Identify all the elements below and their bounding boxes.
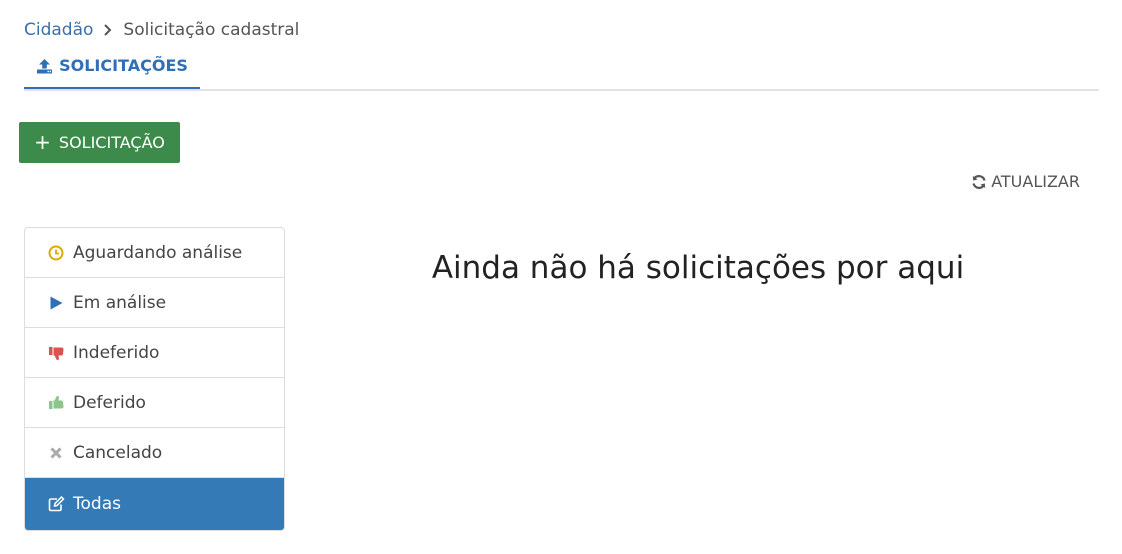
filter-item-em-analise[interactable]: Em análise	[25, 278, 284, 328]
edit-icon	[47, 495, 65, 513]
filter-label: Todas	[73, 494, 121, 514]
filter-item-cancelado[interactable]: Cancelado	[25, 428, 284, 478]
tab-bar: SOLICITAÇÕES	[24, 44, 1099, 91]
filter-label: Aguardando análise	[73, 242, 243, 263]
clock-icon	[47, 244, 65, 262]
times-icon	[47, 444, 65, 462]
new-request-button[interactable]: + SOLICITAÇÃO	[19, 122, 180, 163]
breadcrumb-link-cidadao[interactable]: Cidadão	[24, 20, 93, 40]
breadcrumb: Cidadão Solicitação cadastral	[24, 20, 299, 40]
filter-label: Em análise	[73, 292, 167, 313]
new-request-label: SOLICITAÇÃO	[58, 133, 165, 152]
chevron-right-icon	[103, 24, 113, 36]
thumbs-down-icon	[47, 344, 65, 362]
status-filter-list: Aguardando análise Em análise Indeferido	[24, 227, 285, 531]
play-icon	[47, 294, 65, 312]
filter-label: Indeferido	[73, 342, 160, 363]
tab-solicitacoes[interactable]: SOLICITAÇÕES	[24, 44, 200, 89]
refresh-label: ATUALIZAR	[991, 172, 1080, 191]
breadcrumb-current: Solicitação cadastral	[123, 20, 300, 40]
tab-label: SOLICITAÇÕES	[59, 56, 188, 75]
filter-item-indeferido[interactable]: Indeferido	[25, 328, 284, 378]
refresh-icon	[971, 174, 987, 190]
plus-icon: +	[34, 129, 51, 154]
filter-label: Cancelado	[73, 442, 163, 463]
upload-icon	[36, 58, 53, 74]
empty-state-message: Ainda não há solicitações por aqui	[431, 250, 965, 286]
filter-item-aguardando[interactable]: Aguardando análise	[25, 228, 284, 278]
thumbs-up-icon	[47, 394, 65, 412]
filter-item-todas[interactable]: Todas	[25, 478, 284, 530]
filter-label: Deferido	[73, 392, 146, 413]
page: Cidadão Solicitação cadastral SOLICITAÇÕ…	[0, 0, 1122, 554]
filter-item-deferido[interactable]: Deferido	[25, 378, 284, 428]
refresh-button[interactable]: ATUALIZAR	[971, 172, 1080, 191]
